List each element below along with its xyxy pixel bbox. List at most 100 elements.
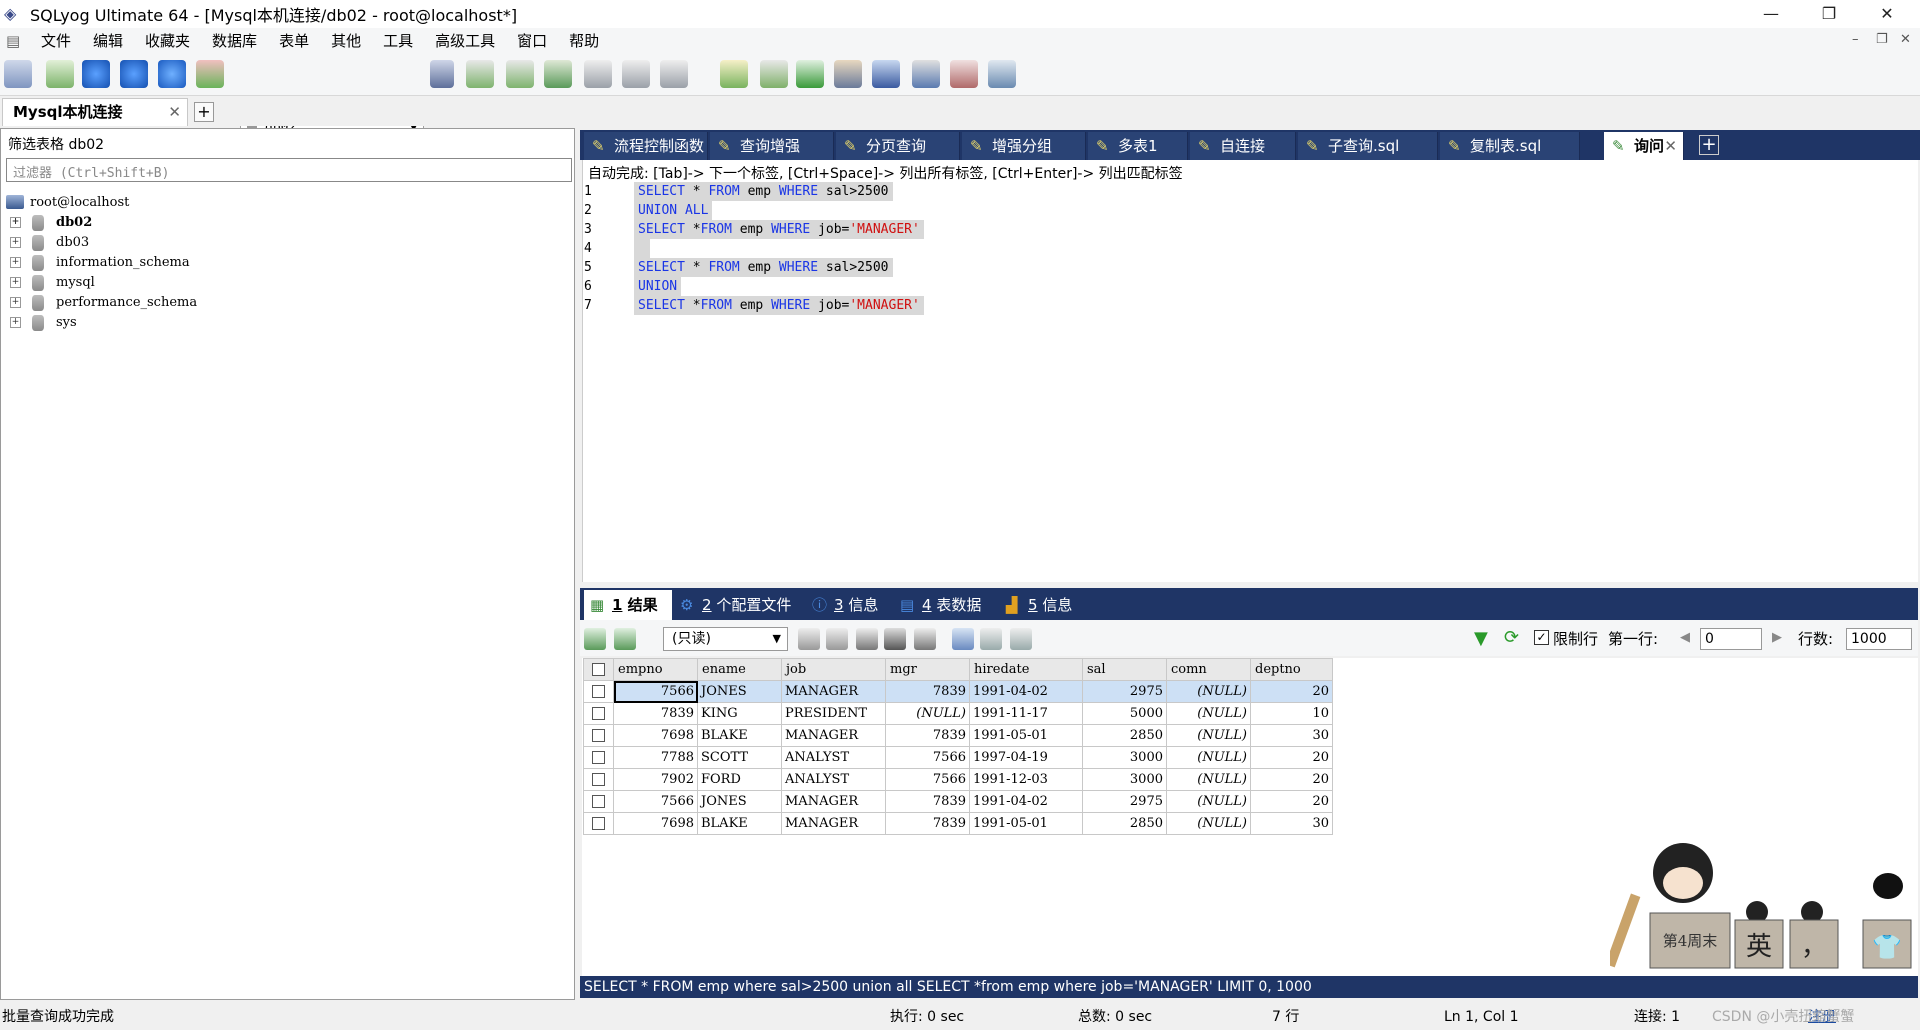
- insert-row-icon[interactable]: [798, 628, 820, 650]
- connection-tab[interactable]: Mysql本机连接 ✕: [2, 98, 188, 126]
- menu-other[interactable]: 其他: [320, 28, 372, 54]
- export-icon[interactable]: [584, 628, 606, 650]
- table-row[interactable]: 7566 JONES MANAGER 7839 1991-04-02 2975 …: [583, 680, 1333, 703]
- new-connection-tab-button[interactable]: +: [194, 102, 214, 122]
- restore-icon[interactable]: [506, 60, 534, 88]
- table-cell[interactable]: 7902: [613, 768, 698, 791]
- table-cell[interactable]: 7839: [885, 680, 970, 703]
- expand-icon[interactable]: +: [10, 257, 21, 268]
- menu-database[interactable]: 数据库: [201, 28, 268, 54]
- table-cell[interactable]: 20: [1250, 768, 1333, 791]
- tab-subquery[interactable]: ✎ 子查询.sql: [1298, 132, 1438, 160]
- table-cell[interactable]: ANALYST: [781, 768, 886, 791]
- table-cell[interactable]: 5000: [1082, 702, 1167, 725]
- menu-table[interactable]: 表单: [268, 28, 320, 54]
- table-cell[interactable]: 1991-04-02: [969, 680, 1083, 703]
- row-checkbox[interactable]: [583, 746, 614, 769]
- tree-item-mysql[interactable]: + mysql: [10, 273, 95, 293]
- table-row[interactable]: 7698 BLAKE MANAGER 7839 1991-05-01 2850 …: [583, 812, 1333, 835]
- sync-icon[interactable]: [720, 60, 748, 88]
- table-cell[interactable]: ANALYST: [781, 746, 886, 769]
- table-cell[interactable]: 20: [1250, 790, 1333, 813]
- column-header[interactable]: empno: [613, 658, 698, 681]
- table-cell[interactable]: (NULL): [1166, 702, 1251, 725]
- close-button[interactable]: ✕: [1864, 0, 1910, 28]
- table-cell[interactable]: 7566: [613, 790, 698, 813]
- table-icon[interactable]: [584, 60, 612, 88]
- refresh-icon[interactable]: [158, 60, 186, 88]
- menu-favorites[interactable]: 收藏夹: [134, 28, 201, 54]
- tree-item-information-schema[interactable]: + information_schema: [10, 253, 190, 273]
- mdi-close-icon[interactable]: ✕: [1900, 32, 1911, 47]
- new-query-tab-button[interactable]: +: [1699, 135, 1719, 155]
- table-cell[interactable]: 7839: [885, 812, 970, 835]
- table-row[interactable]: 7902 FORD ANALYST 7566 1991-12-03 3000 (…: [583, 768, 1333, 791]
- tab-copy-table[interactable]: ✎ 复制表.sql: [1440, 132, 1580, 160]
- tab-grouping[interactable]: ✎ 增强分组: [962, 132, 1086, 160]
- mdi-restore-icon[interactable]: ❐: [1876, 32, 1888, 47]
- backup-icon[interactable]: [466, 60, 494, 88]
- table-cell[interactable]: 7566: [613, 680, 698, 703]
- table-cell[interactable]: (NULL): [1166, 680, 1251, 703]
- table-cell[interactable]: 10: [1250, 702, 1333, 725]
- table-cell[interactable]: MANAGER: [781, 790, 886, 813]
- import-icon[interactable]: [544, 60, 572, 88]
- schema-icon[interactable]: [622, 60, 650, 88]
- text-view-icon[interactable]: [1010, 628, 1032, 650]
- table-row[interactable]: 7788 SCOTT ANALYST 7566 1997-04-19 3000 …: [583, 746, 1333, 769]
- tab-profile[interactable]: ⚙ 2 个配置文件: [674, 590, 804, 620]
- editor-line[interactable]: 3 SELECT *FROM emp WHERE job='MANAGER': [582, 220, 1918, 239]
- prev-page-icon[interactable]: ◀: [1680, 630, 1690, 645]
- column-header[interactable]: comn: [1166, 658, 1251, 681]
- table-cell[interactable]: 2850: [1082, 812, 1167, 835]
- row-checkbox[interactable]: [583, 724, 614, 747]
- table-cell[interactable]: 1997-04-19: [969, 746, 1083, 769]
- editor-line[interactable]: 5 SELECT * FROM emp WHERE sal>2500: [582, 258, 1918, 277]
- row-checkbox[interactable]: [583, 680, 614, 703]
- table-cell[interactable]: 7839: [613, 702, 698, 725]
- table-row[interactable]: 7698 BLAKE MANAGER 7839 1991-05-01 2850 …: [583, 724, 1333, 747]
- result-mode-select[interactable]: (只读) ▼: [663, 627, 788, 651]
- editor-line[interactable]: 6 UNION: [582, 277, 1918, 296]
- editor-line[interactable]: 2 UNION ALL: [582, 201, 1918, 220]
- users-icon[interactable]: [196, 60, 224, 88]
- cancel-icon[interactable]: [914, 628, 936, 650]
- tab-paging[interactable]: ✎ 分页查询: [836, 132, 960, 160]
- menu-help[interactable]: 帮助: [558, 28, 610, 54]
- table-cell[interactable]: 3000: [1082, 768, 1167, 791]
- menu-window[interactable]: 窗口: [506, 28, 558, 54]
- table-cell[interactable]: 7566: [885, 746, 970, 769]
- table-cell[interactable]: PRESIDENT: [781, 702, 886, 725]
- refresh-results-icon[interactable]: ⟳: [1504, 627, 1519, 648]
- table-cell[interactable]: 2975: [1082, 790, 1167, 813]
- row-checkbox[interactable]: [583, 812, 614, 835]
- transfer-icon[interactable]: [834, 60, 862, 88]
- editor-line[interactable]: 1 SELECT * FROM emp WHERE sal>2500: [582, 182, 1918, 201]
- expand-icon[interactable]: +: [10, 297, 21, 308]
- table-cell[interactable]: FORD: [697, 768, 782, 791]
- tab-info[interactable]: ⓘ 3 信息: [806, 590, 892, 620]
- table-cell[interactable]: 20: [1250, 680, 1333, 703]
- table-cell[interactable]: 7839: [885, 790, 970, 813]
- select-all-checkbox[interactable]: [583, 658, 614, 681]
- table-cell[interactable]: 20: [1250, 746, 1333, 769]
- notifications-icon[interactable]: [988, 60, 1016, 88]
- execute-query-icon[interactable]: [82, 60, 110, 88]
- column-header[interactable]: mgr: [885, 658, 970, 681]
- connect-icon[interactable]: [4, 60, 32, 88]
- table-cell[interactable]: 7839: [885, 724, 970, 747]
- filter-icon[interactable]: ▼: [1474, 628, 1488, 649]
- table-cell[interactable]: (NULL): [885, 702, 970, 725]
- grid-view-icon[interactable]: [952, 628, 974, 650]
- column-header[interactable]: ename: [697, 658, 782, 681]
- delete-icon[interactable]: [884, 628, 906, 650]
- table-row[interactable]: 7839 KING PRESIDENT (NULL) 1991-11-17 50…: [583, 702, 1333, 725]
- table-cell[interactable]: BLAKE: [697, 812, 782, 835]
- table-cell[interactable]: 2975: [1082, 680, 1167, 703]
- data-sync-icon[interactable]: [760, 60, 788, 88]
- editor-line[interactable]: 4: [582, 239, 1918, 258]
- tab-result[interactable]: ▦ 1 结果: [584, 590, 672, 620]
- menu-edit[interactable]: 编辑: [82, 28, 134, 54]
- table-cell[interactable]: JONES: [697, 790, 782, 813]
- save-icon[interactable]: [856, 628, 878, 650]
